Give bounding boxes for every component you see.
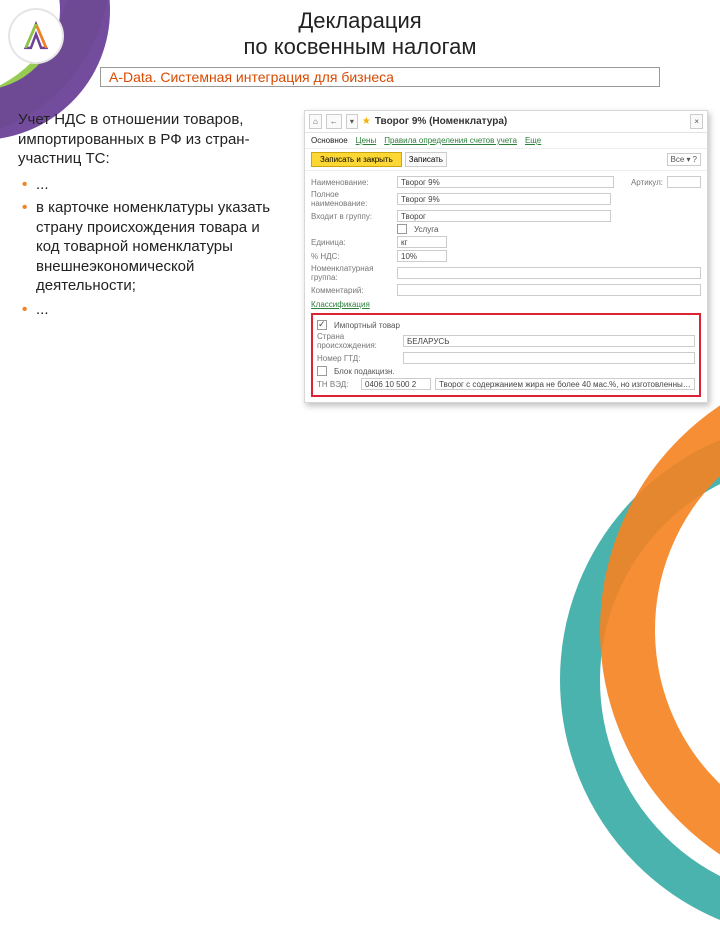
bullet-2: в карточке номенклатуры указать страну п…	[22, 198, 278, 296]
bullet-3: ...	[22, 300, 278, 320]
tab-bar: Основное Цены Правила определения счетов…	[305, 133, 707, 149]
excise-checkbox[interactable]	[317, 366, 327, 376]
help-button[interactable]: ?	[693, 155, 697, 164]
home-button[interactable]: ⌂	[309, 114, 322, 129]
classification-link[interactable]: Классификация	[311, 298, 701, 311]
history-dropdown[interactable]: ▾	[346, 114, 358, 129]
origin-label: Страна происхождения:	[317, 332, 399, 350]
action-bar: Записать и закрыть Записать Все ▾ ?	[305, 149, 707, 171]
adata-logo	[10, 10, 62, 62]
comment-label: Комментарий:	[311, 286, 393, 295]
group-label: Входит в группу:	[311, 212, 393, 221]
origin-input[interactable]: БЕЛАРУСЬ	[403, 335, 695, 347]
app-window: ⌂ ← ▾ ★ Творог 9% (Номенклатура) × Основ…	[304, 110, 708, 403]
bullet-1: ...	[22, 175, 278, 195]
unit-label: Единица:	[311, 238, 393, 247]
gtd-input[interactable]	[403, 352, 695, 364]
subtitle-text: A-Data. Системная интеграция для бизнеса	[109, 69, 394, 85]
tnved-code-input[interactable]: 0406 10 500 2	[361, 378, 431, 390]
title-line2: по косвенным налогам	[244, 34, 477, 59]
fullname-label: Полное наименование:	[311, 190, 393, 208]
import-checkbox[interactable]	[317, 320, 327, 330]
service-text: Услуга	[414, 225, 438, 234]
slide-title: Декларация по косвенным налогам	[0, 0, 720, 61]
star-icon[interactable]: ★	[362, 116, 371, 127]
tnved-desc: Творог с содержанием жира не более 40 ма…	[435, 378, 695, 390]
group-input[interactable]: Творог	[397, 210, 611, 222]
tab-main[interactable]: Основное	[311, 136, 348, 145]
highlight-box: Импортный товар Страна происхождения: БЕ…	[311, 313, 701, 397]
bg-arc-orange	[600, 360, 720, 900]
title-line1: Декларация	[298, 8, 421, 33]
gtd-label: Номер ГТД:	[317, 354, 399, 363]
import-label: Импортный товар	[334, 321, 400, 330]
bg-arc-teal	[560, 420, 720, 940]
nds-input[interactable]: 10%	[397, 250, 447, 262]
pricegroup-input[interactable]	[397, 267, 701, 279]
excise-label: Блок подакцизн.	[334, 367, 395, 376]
name-input[interactable]: Творог 9%	[397, 176, 614, 188]
tab-rules[interactable]: Правила определения счетов учета	[384, 136, 517, 145]
window-toolbar: ⌂ ← ▾ ★ Творог 9% (Номенклатура) ×	[305, 111, 707, 133]
close-button[interactable]: ×	[690, 114, 703, 129]
article-label: Артикул:	[618, 178, 663, 187]
tab-prices[interactable]: Цены	[356, 136, 377, 145]
more-menu[interactable]: Все ▾	[671, 155, 691, 164]
unit-input[interactable]: кг	[397, 236, 447, 248]
subtitle-bar: A-Data. Системная интеграция для бизнеса	[100, 67, 660, 87]
tnved-label: ТН ВЭД:	[317, 380, 357, 389]
slide-body: Учет НДС в отношении товаров, импортиров…	[18, 110, 278, 323]
comment-input[interactable]	[397, 284, 701, 296]
article-input[interactable]	[667, 176, 701, 188]
pricegroup-label: Номенклатурная группа:	[311, 264, 393, 282]
save-close-button[interactable]: Записать и закрыть	[311, 152, 402, 167]
form-body: Наименование: Творог 9% Артикул: Полное …	[305, 171, 707, 402]
save-button[interactable]: Записать	[405, 152, 447, 167]
logo-a-icon	[19, 19, 53, 53]
nds-label: % НДС:	[311, 252, 393, 261]
service-checkbox[interactable]	[397, 224, 407, 234]
back-button[interactable]: ←	[326, 114, 342, 129]
body-heading: Учет НДС в отношении товаров, импортиров…	[18, 110, 278, 169]
fullname-input[interactable]: Творог 9%	[397, 193, 611, 205]
name-label: Наименование:	[311, 178, 393, 187]
window-title: Творог 9% (Номенклатура)	[375, 116, 507, 127]
tab-more[interactable]: Еще	[525, 136, 541, 145]
